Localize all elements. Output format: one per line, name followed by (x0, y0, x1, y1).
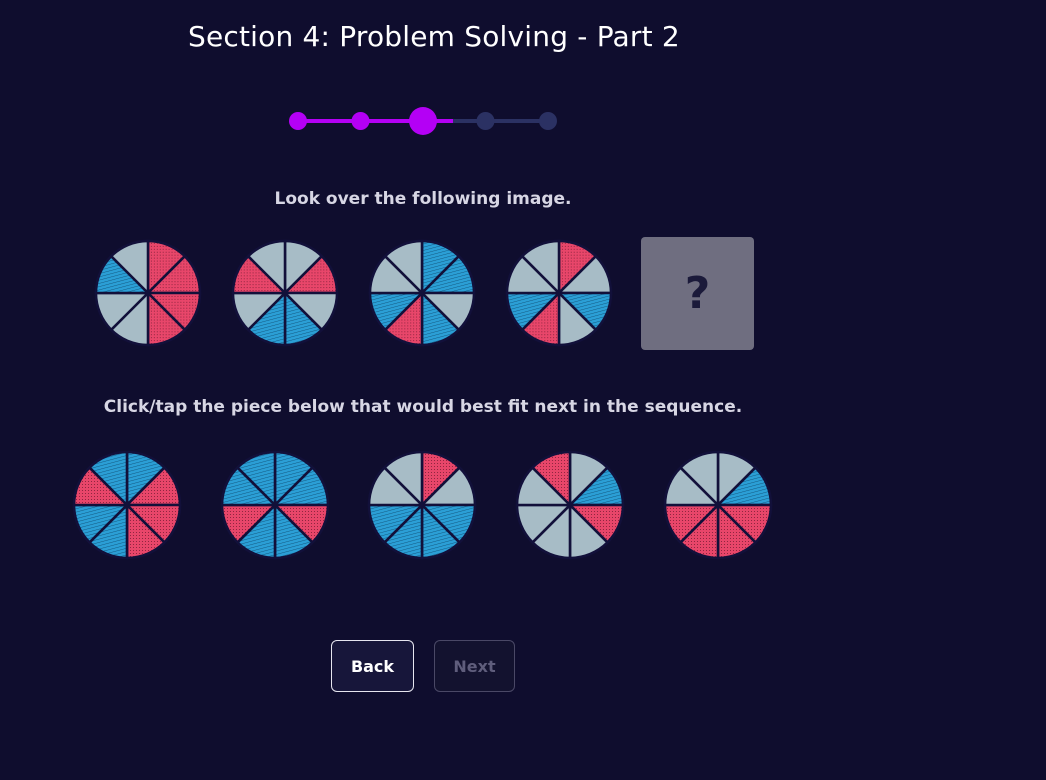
answer-option-1[interactable] (72, 450, 182, 560)
answer-instruction: Click/tap the piece below that would bes… (103, 397, 743, 417)
progress-step-1 (289, 112, 307, 130)
progress-stepper (289, 107, 557, 135)
sequence-instruction: Look over the following image. (274, 189, 572, 209)
page-title: Section 4: Problem Solving - Part 2 (188, 20, 680, 53)
next-button-disabled: Next (434, 640, 515, 692)
back-button[interactable]: Back (331, 640, 414, 692)
progress-step-5 (539, 112, 557, 130)
sequence-pie-2 (231, 239, 339, 347)
answer-option-2[interactable] (220, 450, 330, 560)
answer-option-4[interactable] (515, 450, 625, 560)
sequence-pie-1 (94, 239, 202, 347)
progress-step-4 (476, 112, 495, 130)
progress-step-3-current (409, 107, 437, 135)
progress-step-2 (351, 112, 370, 130)
answer-option-3[interactable] (367, 450, 477, 560)
question-mark: ? (684, 268, 711, 319)
sequence-pie-4 (505, 239, 613, 347)
answer-option-5[interactable] (663, 450, 773, 560)
missing-piece-placeholder: ? (641, 237, 754, 350)
sequence-pie-3 (368, 239, 476, 347)
assessment-page: Section 4: Problem Solving - Part 2 Look… (0, 0, 1046, 780)
